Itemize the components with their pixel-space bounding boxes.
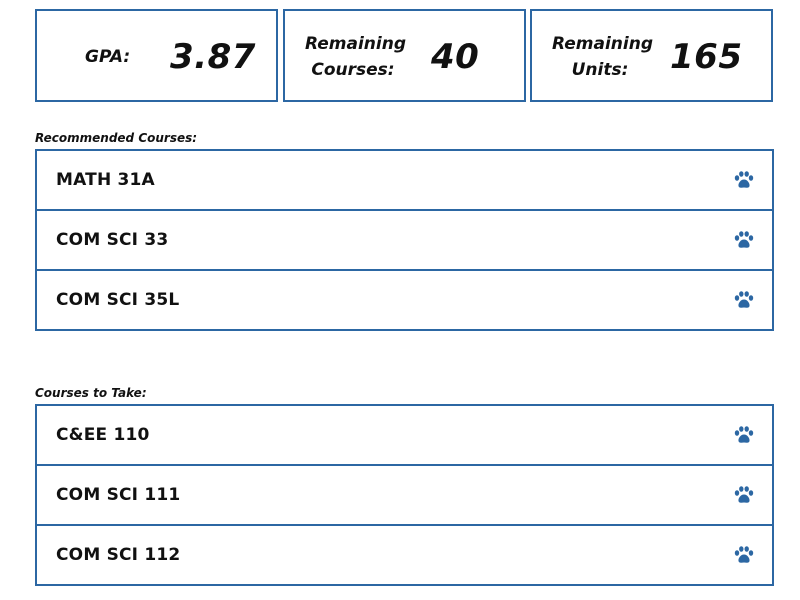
course-row[interactable]: COM SCI 33: [37, 209, 772, 269]
paw-icon[interactable]: [734, 291, 754, 309]
course-name: C&EE 110: [56, 425, 150, 445]
recommended-courses-list: MATH 31A COM SCI 33 COM SCI 35L: [35, 149, 774, 331]
course-row[interactable]: COM SCI 35L: [37, 269, 772, 329]
remaining-courses-label: Remaining Courses:: [305, 34, 406, 80]
gpa-value: 3.87: [170, 37, 256, 77]
stats-bar: GPA: 3.87 Remaining Courses: 40 Remainin…: [35, 9, 774, 102]
course-row[interactable]: COM SCI 111: [37, 464, 772, 524]
remaining-units-value: 165: [670, 37, 743, 77]
paw-icon[interactable]: [734, 171, 754, 189]
paw-icon[interactable]: [734, 546, 754, 564]
course-name: COM SCI 111: [56, 485, 181, 505]
course-name: COM SCI 33: [56, 230, 169, 250]
gpa-label: GPA:: [85, 47, 131, 67]
remaining-courses-value: 40: [431, 37, 480, 77]
course-name: COM SCI 112: [56, 545, 181, 565]
course-name: MATH 31A: [56, 170, 155, 190]
remaining-courses-card: Remaining Courses: 40: [283, 9, 526, 102]
course-name: COM SCI 35L: [56, 290, 180, 310]
remaining-units-label: Remaining Units:: [552, 34, 653, 80]
remaining-units-card: Remaining Units: 165: [530, 9, 773, 102]
recommended-courses-title: Recommended Courses:: [35, 131, 198, 145]
course-row[interactable]: MATH 31A: [37, 151, 772, 209]
gpa-card: GPA: 3.87: [35, 9, 278, 102]
courses-to-take-list: C&EE 110 COM SCI 111 COM SCI 112: [35, 404, 774, 586]
paw-icon[interactable]: [734, 231, 754, 249]
courses-to-take-title: Courses to Take:: [35, 386, 147, 400]
course-row[interactable]: C&EE 110: [37, 406, 772, 464]
course-row[interactable]: COM SCI 112: [37, 524, 772, 584]
paw-icon[interactable]: [734, 426, 754, 444]
paw-icon[interactable]: [734, 486, 754, 504]
